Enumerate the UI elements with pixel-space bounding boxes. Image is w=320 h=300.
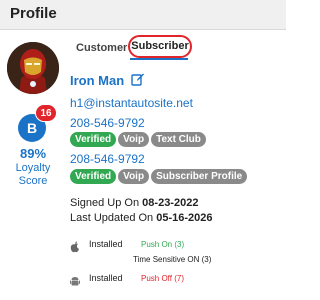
loyalty-score-percent: 89% — [19, 146, 47, 161]
signed-up-info: Signed Up On 08-23-2022 — [70, 197, 198, 209]
tag-subscriber-profile: Subscriber Profile — [151, 169, 248, 184]
android-icon — [70, 275, 80, 287]
tag-text-club: Text Club — [151, 132, 206, 147]
last-updated-info: Last Updated On 05-16-2026 — [70, 212, 213, 224]
avatar-image — [7, 42, 59, 94]
tab-customer[interactable]: Customer — [76, 42, 127, 54]
tag-verified: Verified — [70, 169, 117, 184]
last-updated-date: 05-16-2026 — [156, 212, 213, 224]
tag-verified: Verified — [70, 132, 117, 147]
loyalty-score-label: Loyalty Score — [6, 162, 60, 188]
tag-voip: Voip — [118, 169, 150, 184]
time-sensitive-status: Time Sensitive ON (3) — [133, 255, 212, 264]
header-bar: Profile — [0, 0, 286, 30]
notification-count-badge: 16 — [35, 104, 57, 122]
device-status: Installed — [89, 273, 123, 283]
phone-number[interactable]: 208-546-9792 — [70, 116, 145, 130]
avatar — [7, 42, 59, 94]
loyalty-label-line1: Loyalty — [15, 162, 51, 174]
phone-number[interactable]: 208-546-9792 — [70, 152, 145, 166]
tag-voip: Voip — [118, 132, 150, 147]
push-status: Push On (3) — [141, 240, 185, 249]
last-updated-label: Last Updated On — [70, 212, 154, 224]
apple-icon — [70, 241, 80, 253]
active-tab-indicator — [130, 58, 188, 60]
signed-up-label: Signed Up On — [70, 197, 140, 209]
phone-tags: Verified Voip Subscriber Profile — [70, 169, 249, 184]
push-status: Push Off (7) — [141, 274, 184, 283]
signed-up-date: 08-23-2022 — [142, 197, 199, 209]
loyalty-label-line2: Score — [18, 175, 48, 187]
device-status: Installed — [89, 239, 123, 249]
customer-email[interactable]: h1@instantautosite.net — [70, 96, 193, 110]
tab-subscriber[interactable]: Subscriber — [128, 35, 192, 58]
page-title: Profile — [10, 5, 57, 22]
customer-name: Iron Man — [70, 73, 125, 88]
edit-icon[interactable] — [131, 72, 145, 86]
phone-tags: Verified Voip Text Club — [70, 132, 208, 147]
